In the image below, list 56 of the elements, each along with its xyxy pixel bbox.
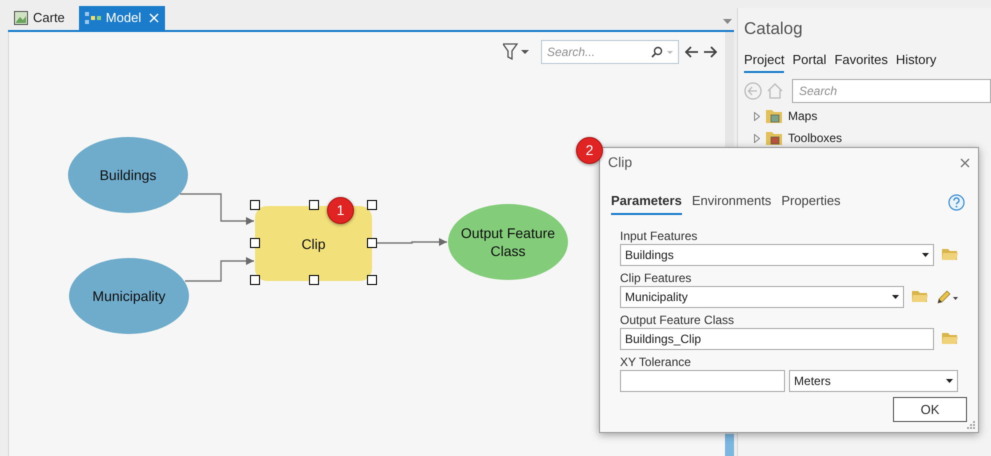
collapsed-caret-icon[interactable] [754, 134, 760, 142]
parameter-label: Input Features [620, 228, 698, 244]
selection-handle[interactable] [250, 275, 260, 285]
caret-icon [946, 378, 953, 382]
resize-grip-icon[interactable] [967, 421, 976, 430]
dropdown-field[interactable]: Buildings [620, 244, 934, 266]
catalog-tab[interactable]: Project [744, 50, 784, 73]
map-folder-icon [766, 109, 782, 123]
collapsed-caret-icon[interactable] [754, 112, 760, 120]
dialog-tab[interactable]: Environments [692, 191, 772, 214]
document-tab[interactable]: Model [78, 6, 166, 30]
selection-handle[interactable] [367, 200, 377, 210]
back-arrow-icon[interactable] [685, 46, 699, 58]
map-icon [14, 11, 28, 25]
ok-button[interactable]: OK [893, 397, 967, 422]
dropdown-field[interactable]: Municipality [620, 286, 904, 308]
dropdown-caret-icon[interactable] [723, 19, 732, 24]
selection-handle[interactable] [367, 275, 377, 285]
catalog-tab[interactable]: Portal [792, 50, 826, 73]
toolbox-folder-icon [766, 131, 782, 145]
catalog-tab[interactable]: History [896, 50, 936, 73]
parameter-label: Output Feature Class [620, 312, 736, 328]
dialog-title: Clip [608, 153, 632, 172]
data-node: Buildings [68, 137, 188, 213]
selection-handle[interactable] [250, 200, 260, 210]
search-icon [651, 46, 673, 58]
close-icon[interactable] [960, 158, 970, 168]
scrollbar-thumb[interactable] [725, 434, 734, 456]
dropdown-field[interactable]: Meters [789, 370, 958, 392]
text-field[interactable] [620, 370, 786, 392]
output-node: Output Feature Class [448, 204, 568, 280]
document-tab[interactable]: Carte [8, 6, 71, 30]
filter-icon[interactable] [503, 43, 529, 61]
forward-arrow-icon[interactable] [703, 46, 717, 58]
search-field[interactable]: Search [792, 79, 991, 103]
caret-icon [892, 294, 899, 298]
dialog-tab[interactable]: Properties [781, 191, 841, 214]
search-field[interactable]: Search... [541, 40, 679, 64]
tree-item-label[interactable]: Toolboxes [788, 129, 842, 147]
selection-handle[interactable] [367, 238, 377, 248]
tree-item-label[interactable]: Maps [788, 107, 818, 125]
caret-icon [922, 252, 929, 256]
help-icon[interactable] [948, 194, 965, 212]
selection-handle[interactable] [250, 238, 260, 248]
connector-arrow [185, 257, 254, 282]
parameter-label: Clip Features [620, 270, 692, 286]
selection-handle[interactable] [308, 275, 318, 285]
panel-title: Catalog [744, 18, 804, 40]
parameter-label: XY Tolerance [620, 354, 692, 370]
selection-handle[interactable] [308, 200, 318, 210]
pencil-icon[interactable] [936, 288, 958, 304]
dialog-tab[interactable]: Parameters [611, 191, 682, 214]
model-icon [84, 12, 101, 24]
catalog-tab[interactable]: Favorites [834, 50, 888, 73]
data-node: Municipality [69, 258, 189, 334]
text-field[interactable]: Buildings_Clip [620, 328, 934, 350]
